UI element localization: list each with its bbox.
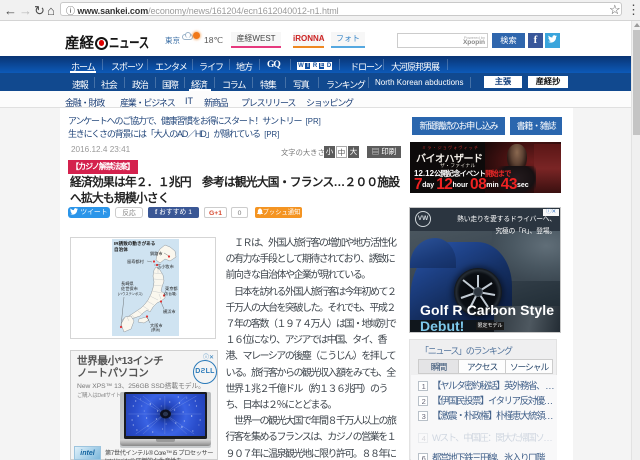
svg-text:(お台場): (お台場) — [164, 291, 176, 296]
svg-text:佐世保市: 佐世保市 — [121, 285, 138, 292]
svg-text:(ハウステンボス): (ハウステンボス) — [118, 291, 142, 296]
svg-text:自治体: 自治体 — [114, 246, 128, 253]
svg-text:横浜市: 横浜市 — [163, 308, 176, 315]
svg-text:苫小牧市: 苫小牧市 — [157, 263, 174, 270]
svg-text:東京都: 東京都 — [165, 285, 178, 292]
svg-text:(夢洲): (夢洲) — [151, 327, 160, 332]
svg-text:釧路市: 釧路市 — [150, 250, 163, 257]
svg-text:留寿都村: 留寿都村 — [127, 258, 145, 265]
svg-text:IR誘致の動きがある: IR誘致の動きがある — [114, 240, 156, 247]
